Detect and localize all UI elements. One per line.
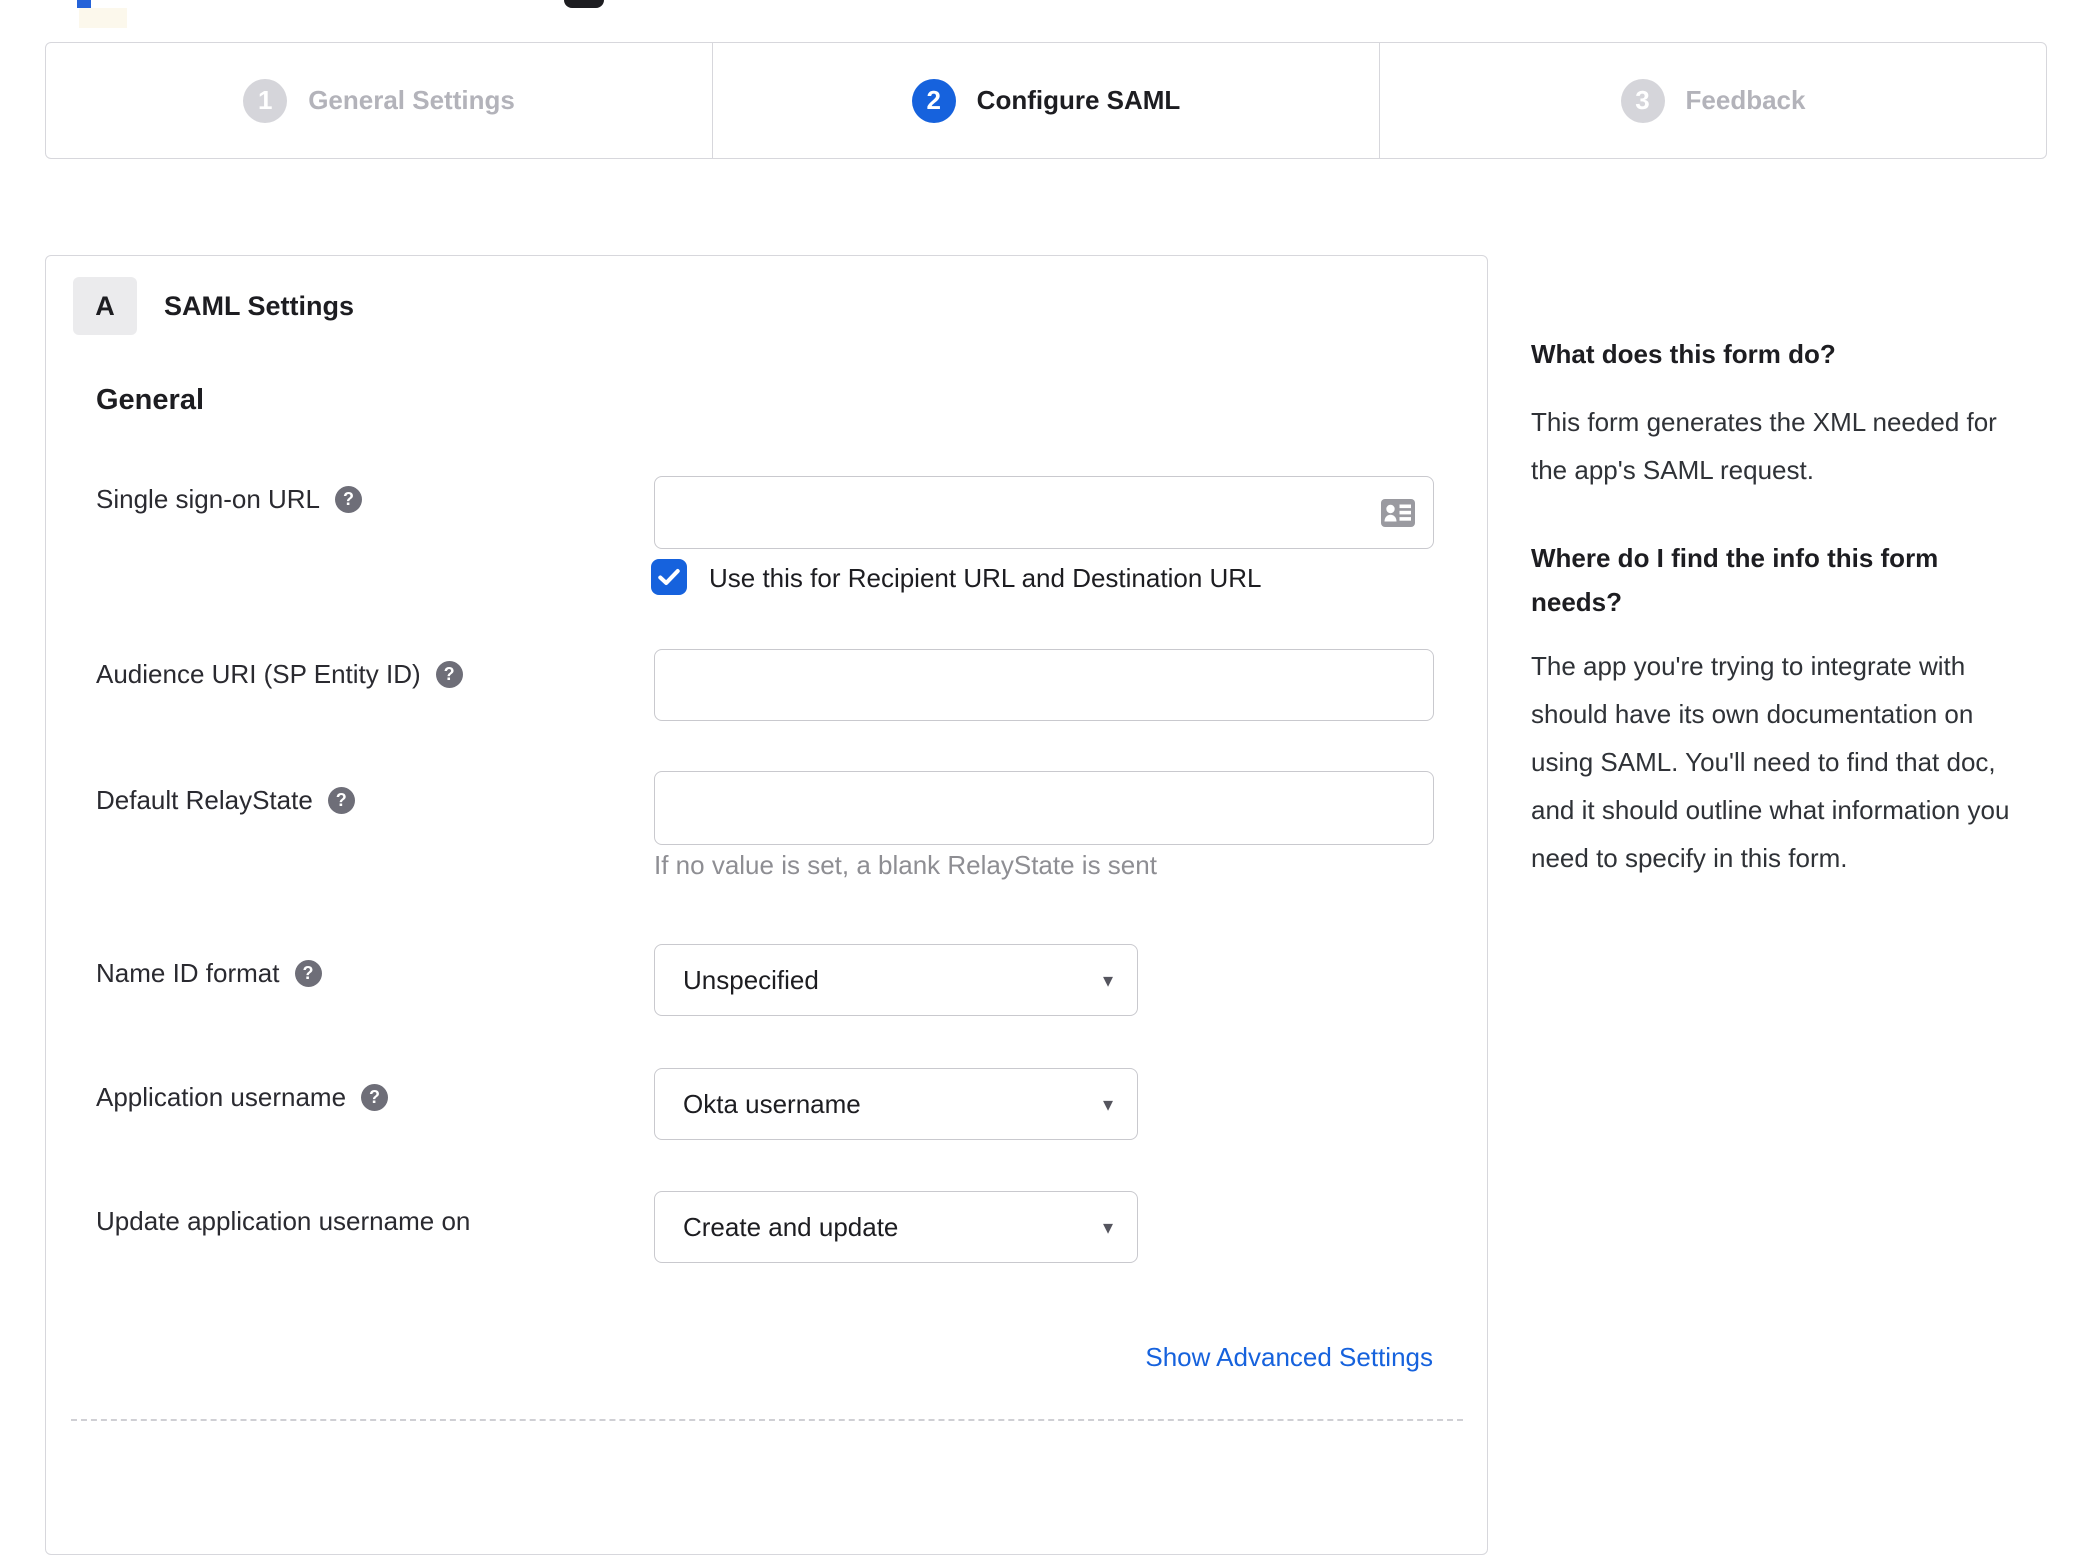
- saml-settings-card: A SAML Settings General Single sign-on U…: [45, 255, 1488, 1555]
- help-answer-1: This form generates the XML needed for t…: [1531, 407, 1997, 485]
- app-username-value: Okta username: [683, 1088, 861, 1119]
- chevron-down-icon: ▾: [1102, 1093, 1113, 1116]
- update-username-label: Update application username on: [96, 1205, 470, 1237]
- relaystate-label-text: Default RelayState: [96, 785, 313, 815]
- audience-uri-input[interactable]: [655, 650, 1433, 720]
- show-advanced-settings-link[interactable]: Show Advanced Settings: [1145, 1342, 1433, 1373]
- audience-uri-label-text: Audience URI (SP Entity ID): [96, 659, 421, 689]
- help-icon[interactable]: ?: [435, 660, 463, 688]
- cut-off-blue-fragment: [77, 0, 91, 8]
- step-feedback[interactable]: 3 Feedback: [1379, 43, 2046, 158]
- step-number-badge: 1: [243, 78, 288, 123]
- cut-off-highlight-fragment: [79, 8, 127, 28]
- step-number-badge: 3: [1620, 78, 1665, 123]
- step-general-settings[interactable]: 1 General Settings: [46, 43, 712, 158]
- help-answer-2: The app you're trying to integrate with …: [1531, 651, 2010, 873]
- relaystate-input[interactable]: [655, 772, 1433, 844]
- help-question-1: What does this form do?: [1531, 339, 1836, 369]
- section-a-badge: A: [73, 277, 137, 335]
- check-icon: [658, 569, 680, 585]
- relaystate-input-box: [654, 771, 1434, 845]
- app-username-label: Application username ?: [96, 1081, 389, 1113]
- nameid-format-label-text: Name ID format: [96, 958, 280, 988]
- nameid-format-select[interactable]: Unspecified ▾: [654, 944, 1138, 1016]
- section-dashed-divider: [71, 1419, 1463, 1421]
- step-label: Configure SAML: [976, 85, 1181, 115]
- relaystate-label: Default RelayState ?: [96, 784, 355, 816]
- sso-url-label-text: Single sign-on URL: [96, 484, 321, 514]
- chevron-down-icon: ▾: [1102, 1216, 1113, 1239]
- section-title: SAML Settings: [164, 291, 355, 321]
- help-panel: What does this form do? This form genera…: [1531, 322, 2033, 882]
- app-username-select[interactable]: Okta username ▾: [654, 1068, 1138, 1140]
- cut-off-icon-fragment: [564, 0, 604, 8]
- relaystate-hint: If no value is set, a blank RelayState i…: [654, 850, 1157, 880]
- update-username-select[interactable]: Create and update ▾: [654, 1191, 1138, 1263]
- group-title-general: General: [96, 384, 204, 416]
- recipient-url-checkbox[interactable]: [651, 559, 687, 595]
- contact-card-icon: [1381, 498, 1415, 527]
- step-label: Feedback: [1685, 85, 1806, 115]
- audience-uri-label: Audience URI (SP Entity ID) ?: [96, 658, 463, 690]
- app-username-label-text: Application username: [96, 1082, 347, 1112]
- recipient-url-checkbox-label: Use this for Recipient URL and Destinati…: [709, 563, 1262, 593]
- help-icon[interactable]: ?: [327, 786, 355, 814]
- audience-uri-input-box: [654, 649, 1434, 721]
- step-number-badge: 2: [911, 78, 956, 123]
- update-username-value: Create and update: [683, 1211, 899, 1242]
- step-label: General Settings: [308, 85, 515, 115]
- help-icon[interactable]: ?: [361, 1083, 389, 1111]
- update-username-label-text: Update application username on: [96, 1206, 471, 1236]
- wizard-stepper: 1 General Settings 2 Configure SAML 3 Fe…: [45, 42, 2047, 159]
- help-icon[interactable]: ?: [294, 959, 322, 987]
- step-configure-saml[interactable]: 2 Configure SAML: [712, 43, 1379, 158]
- help-icon[interactable]: ?: [335, 485, 363, 513]
- help-question-2: Where do I find the info this form needs…: [1531, 543, 1939, 617]
- nameid-format-value: Unspecified: [683, 964, 819, 995]
- sso-url-label: Single sign-on URL ?: [96, 483, 363, 515]
- chevron-down-icon: ▾: [1102, 969, 1113, 992]
- nameid-format-label: Name ID format ?: [96, 957, 322, 989]
- sso-url-input-box: [654, 476, 1434, 549]
- sso-url-input[interactable]: [655, 477, 1433, 548]
